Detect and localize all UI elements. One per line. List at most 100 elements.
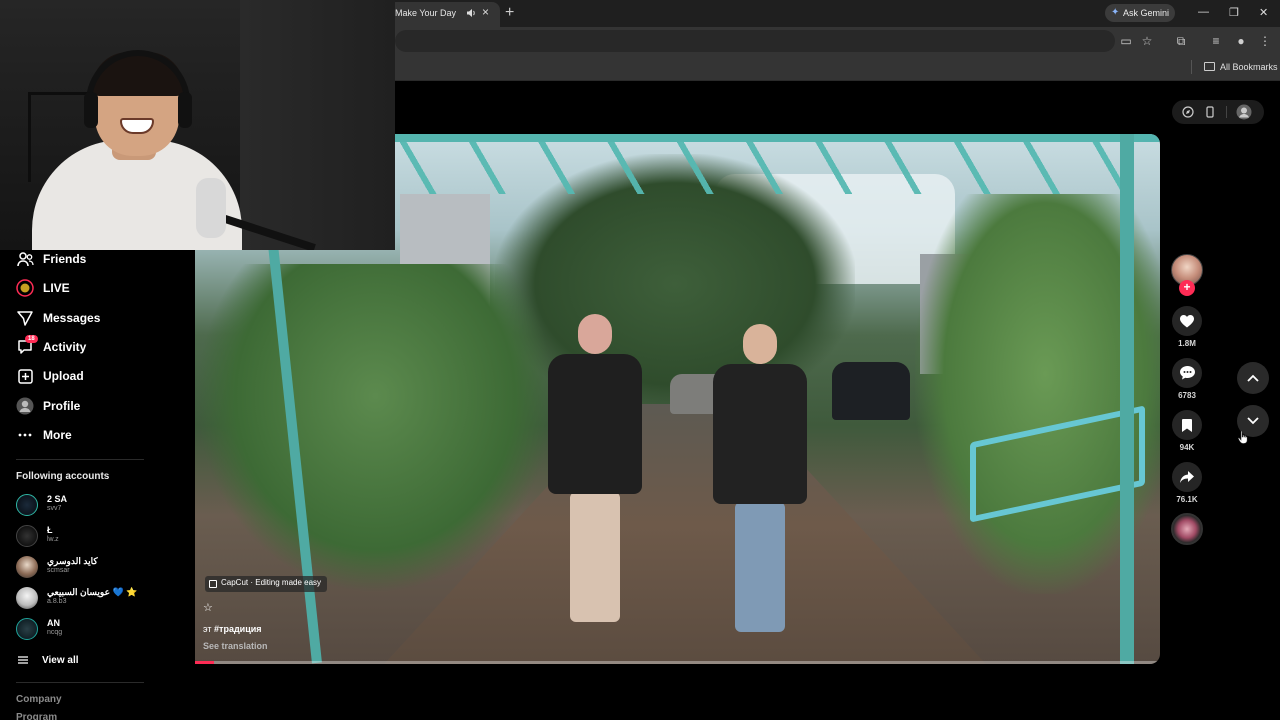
all-bookmarks-link[interactable]: All Bookmarks: [1220, 62, 1278, 72]
pill-separator: [1226, 106, 1227, 118]
activity-icon: 18: [16, 335, 38, 356]
hand-cursor-icon: [1238, 430, 1248, 444]
tiktok-sidebar: Friends LIVE Messages 18 Activity Upload…: [0, 250, 195, 720]
sidebar-item-friends[interactable]: Friends: [16, 248, 86, 270]
share-count: 76.1K: [1176, 495, 1198, 504]
account-name: كايد الدوسري: [47, 556, 98, 566]
account-handle: ncqg: [47, 629, 63, 636]
sidebar-item-label: More: [43, 428, 72, 442]
avatar: [16, 556, 38, 578]
view-all-label: View all: [42, 654, 79, 666]
video-progress-bar[interactable]: [195, 661, 1160, 664]
friends-icon: [16, 250, 34, 268]
sidebar-item-upload[interactable]: Upload: [16, 365, 84, 387]
video-person-girl: [540, 314, 650, 634]
folder-icon[interactable]: [1204, 62, 1215, 71]
messages-icon: [16, 309, 34, 327]
follow-plus-icon[interactable]: +: [1179, 280, 1195, 296]
caption-hashtag[interactable]: #традиция: [214, 624, 261, 634]
like-button[interactable]: 1.8M: [1171, 306, 1203, 348]
sidebar-item-live[interactable]: LIVE: [16, 277, 70, 299]
video-person-boy: [705, 324, 825, 644]
account-handle: scmsar: [47, 567, 70, 574]
share-button[interactable]: 76.1K: [1171, 462, 1203, 504]
following-account-item[interactable]: 2 SA svv7: [16, 492, 186, 520]
chevron-down-icon: [1247, 417, 1259, 425]
webcam-background: [240, 0, 395, 250]
video-arch-post: [1120, 134, 1134, 664]
caption-text: эт: [203, 624, 212, 634]
browser-tab[interactable]: Make Your Day ×: [388, 2, 500, 27]
sidebar-item-more[interactable]: More: [16, 424, 72, 446]
footer-link-company[interactable]: Company: [16, 694, 62, 705]
restore-icon[interactable]: ❐: [1229, 6, 1239, 19]
avatar: [16, 618, 38, 640]
capcut-label: CapCut · Editing made easy: [221, 578, 322, 587]
video-car: [832, 362, 910, 420]
close-tab-icon[interactable]: ×: [482, 5, 489, 19]
webcam-overlay: [0, 0, 395, 250]
sidebar-item-label: Upload: [43, 369, 84, 383]
following-account-item[interactable]: عويسان السبيعي 💙 ⭐ a.8.b3: [16, 585, 186, 613]
avatar: [16, 494, 38, 516]
top-controls-pill: [1172, 100, 1264, 124]
headset-right-cup: [178, 92, 192, 128]
user-avatar-icon[interactable]: [1236, 104, 1252, 120]
share-icon: [1172, 462, 1202, 492]
extensions-icon[interactable]: ⧉: [1174, 34, 1188, 48]
account-name: 2 SA: [47, 494, 68, 504]
capcut-tag[interactable]: CapCut · Editing made easy: [205, 576, 328, 592]
account-name: Ł: [47, 525, 53, 535]
footer-link-program[interactable]: Program: [16, 712, 57, 720]
ask-gemini-label: Ask Gemini: [1123, 8, 1170, 18]
video-caption: эт #традиция: [203, 624, 262, 634]
sidebar-item-messages[interactable]: Messages: [16, 307, 100, 329]
following-account-item[interactable]: AN ncqg: [16, 616, 186, 644]
comment-count: 6783: [1178, 391, 1196, 400]
sidebar-item-profile[interactable]: Profile: [16, 395, 80, 417]
see-translation-link[interactable]: See translation: [203, 641, 268, 651]
phone-icon[interactable]: [1204, 106, 1216, 118]
save-button[interactable]: 94K: [1171, 410, 1203, 452]
comment-button[interactable]: 6783: [1171, 358, 1203, 400]
activity-badge: 18: [25, 335, 38, 343]
sound-disc[interactable]: [1171, 513, 1203, 545]
comment-icon: [1172, 358, 1202, 388]
avatar: [16, 587, 38, 609]
bookmark-star-icon[interactable]: ☆: [1140, 34, 1154, 48]
video-progress-fill: [195, 661, 215, 664]
previous-video-button[interactable]: [1237, 362, 1269, 394]
following-account-item[interactable]: كايد الدوسري scmsar: [16, 554, 186, 582]
sidebar-item-activity[interactable]: 18 Activity: [16, 335, 87, 358]
account-handle: svv7: [47, 505, 62, 512]
cast-icon[interactable]: ▭: [1119, 34, 1133, 48]
view-all-button[interactable]: View all: [18, 651, 79, 669]
save-count: 94K: [1179, 443, 1195, 452]
account-handle: a.8.b3: [47, 598, 67, 605]
following-account-item[interactable]: Ł lw.z: [16, 523, 186, 551]
address-bar[interactable]: [395, 30, 1115, 52]
ask-gemini-button[interactable]: ✦ Ask Gemini: [1105, 4, 1175, 22]
speaker-icon[interactable]: [466, 8, 476, 18]
new-tab-icon[interactable]: +: [505, 4, 514, 22]
like-count: 1.8M: [1178, 339, 1196, 348]
sidebar-item-label: LIVE: [43, 281, 70, 295]
avatar: [16, 525, 38, 547]
following-accounts-title: Following accounts: [16, 471, 110, 482]
headset-icon: [86, 50, 190, 120]
star-icon[interactable]: ☆: [203, 601, 213, 614]
sidebar-item-label: Messages: [43, 311, 101, 325]
media-control-icon[interactable]: ≡: [1209, 34, 1223, 48]
profile-icon[interactable]: ●: [1234, 34, 1248, 48]
live-icon: [16, 279, 34, 297]
gemini-sparkle-icon: ✦: [1111, 7, 1120, 18]
account-name: AN: [47, 618, 60, 628]
upload-icon: [16, 367, 34, 385]
menu-kebab-icon[interactable]: ⋮: [1258, 34, 1272, 48]
tab-title: Make Your Day: [395, 8, 457, 18]
compass-icon[interactable]: [1182, 106, 1194, 118]
window-close-icon[interactable]: ✕: [1259, 6, 1268, 19]
minimize-icon[interactable]: —: [1198, 6, 1209, 18]
profile-avatar: [16, 397, 34, 415]
sidebar-item-label: Activity: [43, 340, 87, 354]
